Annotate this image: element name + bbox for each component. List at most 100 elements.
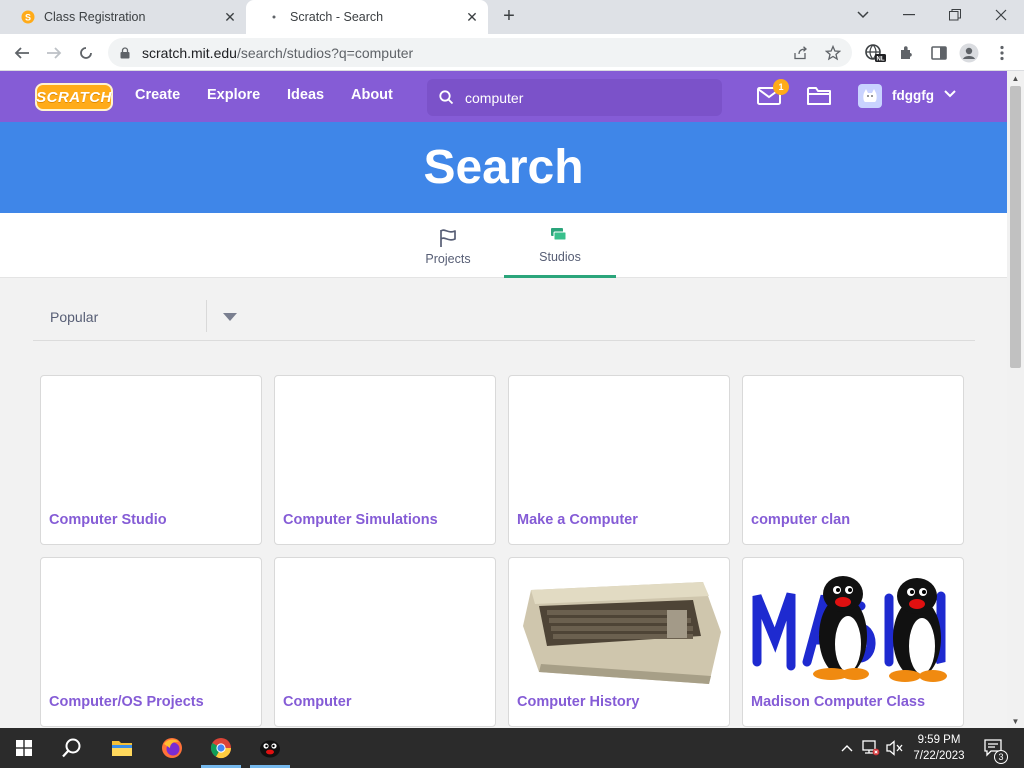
studio-card[interactable]: Computer — [274, 557, 496, 727]
extensions-puzzle-icon[interactable] — [896, 42, 918, 64]
user-avatar[interactable] — [858, 84, 882, 108]
taskbar-search-icon[interactable] — [48, 728, 96, 768]
notifications-count-badge: 3 — [994, 750, 1008, 764]
chevron-down-icon[interactable] — [941, 85, 959, 103]
site-search-bar — [427, 79, 722, 116]
penguin-app-icon[interactable] — [246, 728, 294, 768]
tab-projects[interactable]: Projects — [412, 213, 484, 278]
page-scrollbar[interactable]: ▲ ▼ — [1007, 71, 1024, 728]
studio-card[interactable]: Computer Simulations — [274, 375, 496, 545]
restore-icon[interactable] — [932, 0, 978, 30]
studio-card[interactable]: Madison Computer Class — [742, 557, 964, 727]
clock-date: 7/22/2023 — [913, 750, 965, 762]
studio-title[interactable]: Computer Studio — [49, 512, 167, 528]
studio-title[interactable]: Computer History — [517, 694, 639, 710]
nav-about-link[interactable]: About — [351, 87, 393, 103]
close-window-icon[interactable] — [978, 0, 1024, 30]
stop-loading-icon[interactable] — [74, 41, 98, 65]
translate-extension-icon[interactable]: NL — [864, 42, 886, 64]
browser-toolbar: scratch.mit.edu/search/studios?q=compute… — [0, 34, 1024, 71]
url-path: /search/studios?q=computer — [236, 44, 414, 61]
profile-avatar-icon[interactable] — [958, 42, 980, 64]
back-arrow-icon[interactable] — [10, 41, 34, 65]
side-panel-icon[interactable] — [928, 42, 950, 64]
forward-arrow-icon[interactable] — [42, 41, 66, 65]
volume-muted-icon[interactable] — [886, 739, 904, 757]
loading-dot-icon — [266, 9, 282, 25]
studio-title[interactable]: Computer/OS Projects — [49, 694, 204, 710]
nav-explore-link[interactable]: Explore — [207, 87, 260, 103]
studio-card[interactable]: computer clan — [742, 375, 964, 545]
bookmark-star-icon[interactable] — [822, 42, 844, 64]
file-explorer-icon[interactable] — [98, 728, 146, 768]
sort-selected-value: Popular — [50, 309, 99, 325]
messages-count-badge: 1 — [773, 79, 789, 95]
svg-text:NL: NL — [877, 57, 885, 63]
site-search-input[interactable] — [465, 89, 705, 106]
network-icon[interactable] — [862, 739, 880, 757]
studio-title[interactable]: Computer — [283, 694, 351, 710]
windows-start-icon[interactable] — [0, 728, 48, 768]
studio-title[interactable]: Madison Computer Class — [751, 694, 925, 710]
studio-card[interactable]: Computer/OS Projects — [40, 557, 262, 727]
studio-title[interactable]: computer clan — [751, 512, 850, 528]
share-icon[interactable] — [790, 42, 812, 64]
browser-tab-bar: S Class Registration ✕ Scratch - Search … — [0, 0, 1024, 34]
studio-thumbnail — [751, 384, 955, 504]
tab-search-chevron-icon[interactable] — [840, 0, 886, 30]
studio-thumbnail — [49, 384, 253, 504]
search-banner: Search — [0, 122, 1007, 213]
windows-taskbar: 9:59 PM 7/22/2023 3 — [0, 728, 1024, 768]
new-tab-plus-icon[interactable]: + — [498, 5, 520, 27]
flag-icon — [436, 226, 460, 250]
tab-projects-label: Projects — [425, 251, 471, 266]
url-text: scratch.mit.edu/search/studios?q=compute… — [142, 45, 413, 61]
close-tab-icon[interactable]: ✕ — [462, 7, 482, 27]
keyboard-computer-image — [517, 566, 721, 686]
sort-dropdown[interactable]: Popular — [33, 294, 975, 341]
chrome-icon[interactable] — [197, 728, 245, 768]
page-title: Search — [423, 141, 584, 194]
scratch-navbar: SCRATCH Create Explore Ideas About 1 fdg… — [0, 71, 1007, 122]
studio-thumbnail — [283, 566, 487, 686]
sort-divider — [206, 300, 207, 332]
scrollbar-thumb[interactable] — [1010, 86, 1021, 368]
scratch-favicon-icon: S — [20, 9, 36, 25]
firefox-icon[interactable] — [148, 728, 196, 768]
clock-time: 9:59 PM — [917, 734, 961, 746]
studio-card[interactable]: Make a Computer — [508, 375, 730, 545]
studio-thumbnail — [283, 384, 487, 504]
browser-tab-class-registration[interactable]: S Class Registration ✕ — [0, 0, 246, 34]
search-icon[interactable] — [437, 89, 455, 107]
lock-icon — [118, 46, 132, 60]
studio-thumbnail — [49, 566, 253, 686]
scroll-down-arrow-icon[interactable]: ▼ — [1007, 714, 1024, 728]
tab-title: Class Registration — [44, 10, 146, 24]
nav-create-link[interactable]: Create — [135, 87, 180, 103]
taskbar-clock[interactable]: 9:59 PM 7/22/2023 — [906, 732, 972, 764]
nav-ideas-link[interactable]: Ideas — [287, 87, 324, 103]
my-stuff-folder-icon[interactable] — [805, 82, 833, 110]
tab-studios[interactable]: Studios — [504, 213, 616, 278]
url-host: scratch.mit.edu — [142, 44, 237, 61]
browser-tab-scratch-search[interactable]: Scratch - Search ✕ — [246, 0, 488, 34]
scroll-up-arrow-icon[interactable]: ▲ — [1007, 71, 1024, 85]
studio-card[interactable]: Computer Studio — [40, 375, 262, 545]
close-tab-icon[interactable]: ✕ — [220, 7, 240, 27]
show-hidden-icons-chevron-icon[interactable] — [838, 739, 856, 757]
address-bar[interactable]: scratch.mit.edu/search/studios?q=compute… — [108, 38, 852, 67]
studio-card[interactable]: Computer History — [508, 557, 730, 727]
scratch-logo[interactable]: SCRATCH — [35, 83, 113, 111]
browser-menu-icon[interactable] — [991, 42, 1013, 64]
studio-title[interactable]: Computer Simulations — [283, 512, 438, 528]
tab-title: Scratch - Search — [290, 10, 384, 24]
studio-thumbnail — [517, 384, 721, 504]
tab-studios-label: Studios — [539, 250, 581, 264]
caret-down-icon[interactable] — [221, 310, 239, 324]
studio-title[interactable]: Make a Computer — [517, 512, 638, 528]
username-label[interactable]: fdggfg — [892, 88, 934, 103]
penguins-madison-image — [751, 566, 955, 686]
minimize-icon[interactable] — [886, 0, 932, 30]
svg-text:S: S — [25, 13, 31, 23]
search-type-tabs: Projects Studios — [0, 213, 1007, 278]
